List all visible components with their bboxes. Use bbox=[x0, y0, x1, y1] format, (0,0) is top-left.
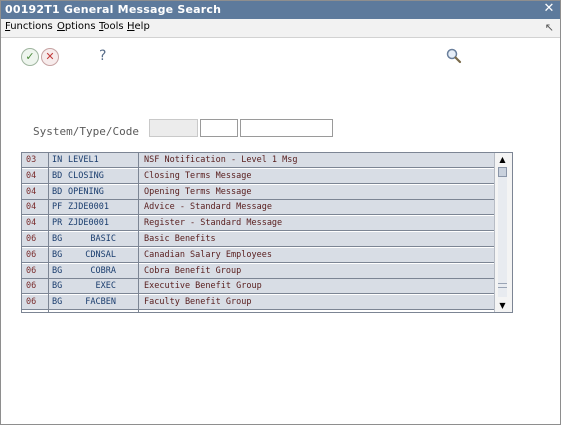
code-cell: FACBEN bbox=[85, 297, 116, 307]
context-help-icon[interactable]: ↖ bbox=[545, 21, 554, 34]
system-type-code-label: System/Type/Code bbox=[33, 125, 139, 138]
window-title: 00192T1 General Message Search bbox=[5, 3, 222, 16]
description-cell: Advice - Standard Message bbox=[144, 202, 272, 212]
scroll-tick bbox=[498, 283, 507, 284]
app-window: 00192T1 General Message Search ✕ Functio… bbox=[0, 0, 561, 425]
system-code-cell: 06 bbox=[26, 281, 37, 291]
code-cell: BASIC bbox=[90, 234, 116, 244]
table-row[interactable]: 04 PF ZJDE0001 Advice - Standard Message bbox=[22, 200, 496, 215]
system-code-cell: 06 bbox=[26, 234, 37, 244]
description-cell: Canadian Salary Employees bbox=[144, 250, 272, 260]
system-code-cell: 04 bbox=[26, 218, 37, 228]
type-field[interactable] bbox=[200, 119, 238, 137]
system-field[interactable] bbox=[149, 119, 198, 137]
table-row[interactable]: 04 BD CLOSING Closing Terms Message bbox=[22, 169, 496, 184]
system-code-cell: 04 bbox=[26, 171, 37, 181]
table-row[interactable]: 06 BG BASIC Basic Benefits bbox=[22, 232, 496, 247]
system-code-cell: 06 bbox=[26, 250, 37, 260]
scroll-thumb[interactable] bbox=[498, 167, 507, 177]
help-button[interactable]: ? bbox=[99, 48, 106, 64]
description-cell: Closing Terms Message bbox=[144, 171, 252, 181]
x-icon: ✕ bbox=[45, 50, 55, 63]
description-cell: Basic Benefits bbox=[144, 234, 216, 244]
table-row[interactable]: 06 BG EXEC Executive Benefit Group bbox=[22, 279, 496, 294]
system-code-cell: 04 bbox=[26, 202, 37, 212]
description-cell: Faculty Benefit Group bbox=[144, 297, 252, 307]
scroll-up-arrow-icon[interactable]: ▲ bbox=[497, 155, 508, 164]
find-button[interactable] bbox=[444, 46, 464, 66]
table-row[interactable]: 04 PR ZJDE0001 Register - Standard Message bbox=[22, 216, 496, 231]
table-row[interactable]: 06 BG FACBEN Faculty Benefit Group bbox=[22, 295, 496, 310]
description-cell: Cobra Benefit Group bbox=[144, 266, 242, 276]
description-cell: Register - Standard Message bbox=[144, 218, 283, 228]
vertical-scrollbar[interactable]: ▲ ▼ bbox=[494, 153, 512, 312]
scroll-track[interactable] bbox=[498, 167, 507, 297]
system-code-cell: 06 bbox=[26, 266, 37, 276]
code-cell: ZJDE0001 bbox=[68, 218, 109, 228]
column-divider bbox=[48, 153, 49, 312]
code-cell: CLOSING bbox=[68, 171, 104, 181]
description-cell: Opening Terms Message bbox=[144, 187, 252, 197]
title-bar: 00192T1 General Message Search ✕ bbox=[1, 1, 560, 19]
scroll-tick bbox=[498, 287, 507, 288]
code-cell: OPENING bbox=[68, 187, 104, 197]
magnifier-icon bbox=[446, 48, 462, 64]
code-field[interactable] bbox=[240, 119, 333, 137]
code-cell: CDNSAL bbox=[85, 250, 116, 260]
system-code-cell: 06 bbox=[26, 297, 37, 307]
ok-button[interactable]: ✓ bbox=[21, 48, 39, 66]
scroll-down-arrow-icon[interactable]: ▼ bbox=[497, 301, 508, 310]
table-row[interactable]: 06 BG CDNSAL Canadian Salary Employees bbox=[22, 248, 496, 263]
menu-help[interactable]: Help bbox=[127, 21, 150, 32]
code-cell: COBRA bbox=[90, 266, 116, 276]
description-cell: NSF Notification - Level 1 Msg bbox=[144, 155, 298, 165]
cancel-button[interactable]: ✕ bbox=[41, 48, 59, 66]
table-row[interactable]: 06 BG COBRA Cobra Benefit Group bbox=[22, 264, 496, 279]
table-row[interactable]: 03 IN LEVEL1 NSF Notification - Level 1 Msg bbox=[22, 153, 496, 168]
results-grid: 03 IN LEVEL1 NSF Notification - Level 1 Msg… bbox=[21, 152, 513, 313]
system-code-cell: 03 bbox=[26, 155, 37, 165]
code-cell: LEVEL1 bbox=[68, 155, 99, 165]
description-cell: Executive Benefit Group bbox=[144, 281, 262, 291]
menu-bar: Functions Options Tools Help ↖ bbox=[1, 19, 560, 38]
code-cell: EXEC bbox=[95, 281, 116, 291]
table-row[interactable]: 04 BD OPENING Opening Terms Message bbox=[22, 185, 496, 200]
menu-functions[interactable]: Functions bbox=[5, 21, 53, 32]
toolbar: ✓ ✕ ? bbox=[1, 38, 560, 78]
system-code-cell: 04 bbox=[26, 187, 37, 197]
checkmark-icon: ✓ bbox=[25, 50, 35, 63]
code-cell: ZJDE0001 bbox=[68, 202, 109, 212]
menu-tools[interactable]: Tools bbox=[99, 21, 124, 32]
menu-options[interactable]: Options bbox=[57, 21, 96, 32]
close-icon[interactable]: ✕ bbox=[542, 2, 556, 16]
column-divider bbox=[138, 153, 139, 312]
